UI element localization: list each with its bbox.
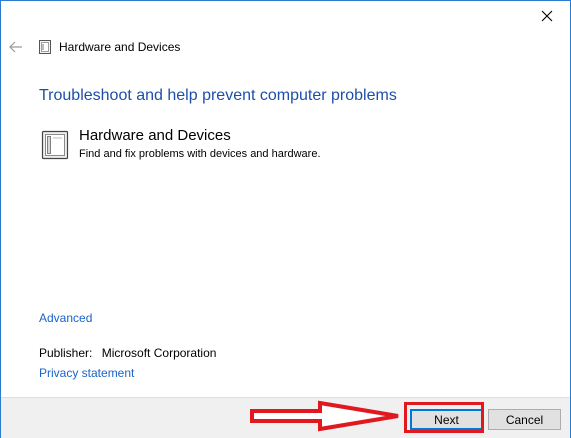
back-button[interactable] xyxy=(8,38,24,56)
page-title: Troubleshoot and help prevent computer p… xyxy=(39,87,397,104)
troubleshooter-item: Hardware and Devices Find and fix proble… xyxy=(39,127,459,167)
publisher-label: Publisher: xyxy=(39,346,93,360)
advanced-link[interactable]: Advanced xyxy=(39,311,92,325)
item-description: Find and fix problems with devices and h… xyxy=(79,148,321,160)
cancel-button[interactable]: Cancel xyxy=(488,409,561,430)
privacy-statement-link[interactable]: Privacy statement xyxy=(39,366,134,380)
item-title: Hardware and Devices xyxy=(79,127,231,144)
next-button[interactable]: Next xyxy=(410,409,483,430)
troubleshooter-window: Hardware and Devices Troubleshoot and he… xyxy=(0,0,571,438)
back-arrow-icon xyxy=(9,41,22,53)
hardware-device-icon xyxy=(41,130,69,160)
publisher-info: Publisher: Microsoft Corporation xyxy=(39,346,216,360)
publisher-value: Microsoft Corporation xyxy=(101,346,217,360)
close-icon xyxy=(541,10,553,22)
close-button[interactable] xyxy=(524,1,570,31)
hardware-device-icon xyxy=(39,40,51,54)
footer-bar: Next Cancel xyxy=(1,397,570,438)
nav-title: Hardware and Devices xyxy=(59,40,181,54)
